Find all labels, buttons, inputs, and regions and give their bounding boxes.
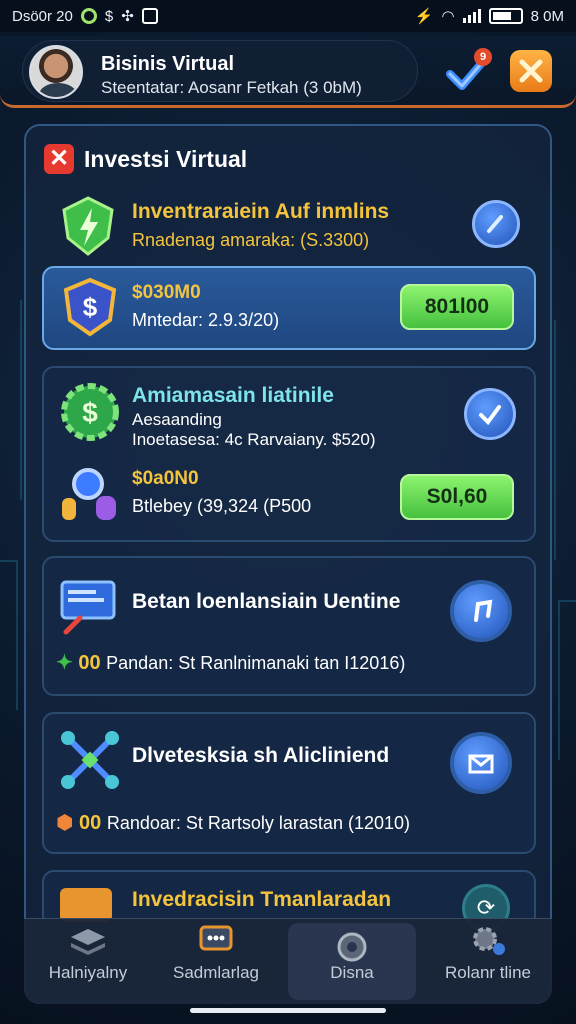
item-footer: ✦ 00 Pandan: St Ranlnimanaki tan I12016) bbox=[56, 650, 405, 675]
music-button[interactable] bbox=[450, 580, 512, 642]
connections-icon bbox=[58, 728, 122, 792]
nav-label: Sadmlarlag bbox=[173, 963, 259, 982]
panel-title: Investsi Virtual bbox=[84, 145, 248, 172]
circuit-decoration bbox=[0, 300, 22, 500]
gear-dollar-icon: $ bbox=[58, 380, 122, 444]
status-bar: Dsö0r 20 $ ✣ ⚡ ◠ 8 0M bbox=[0, 0, 576, 32]
investment-card[interactable]: $ Amiamasain liatinile Aesaanding Inoeta… bbox=[42, 366, 536, 542]
shield-icon: ⬢ bbox=[56, 812, 74, 834]
card-amount: $0a0N0 bbox=[132, 468, 199, 489]
image-icon bbox=[141, 8, 158, 24]
investment-card[interactable]: Dlvetesksia sh Alicliniend ⬢ 00 Randoar:… bbox=[42, 712, 536, 854]
investment-panel: ✕ Investsi Virtual Inventraraiein Auf in… bbox=[24, 124, 552, 1004]
check-icon bbox=[479, 405, 501, 426]
circuit-decoration bbox=[554, 320, 576, 560]
status-app-icon bbox=[80, 8, 97, 24]
item-prefix: 00 bbox=[79, 812, 102, 834]
svg-text:$: $ bbox=[83, 292, 98, 322]
status-time: Dsö0r 20 bbox=[12, 7, 73, 25]
signal-icon bbox=[462, 9, 481, 23]
mail-button[interactable] bbox=[450, 732, 512, 794]
close-icon[interactable]: ✕ bbox=[44, 144, 74, 174]
vibrate-icon: ⚡ bbox=[414, 8, 434, 25]
app-header: Bisinis Virtual Steentatar: Aosanr Fetka… bbox=[0, 36, 576, 108]
stack-icon bbox=[71, 929, 105, 955]
monitor-chart-icon bbox=[58, 576, 122, 640]
nav-label: Halniyalny bbox=[48, 963, 128, 982]
settings-icon: ✣ bbox=[121, 8, 134, 25]
item-subtitle: Rnadenag amaraka: (S.3300) bbox=[132, 230, 370, 250]
item-title: Inventraraiein Auf inmlins bbox=[132, 200, 390, 223]
home-indicator[interactable] bbox=[190, 1008, 386, 1013]
wifi-icon: ◠ bbox=[441, 8, 455, 25]
item-title: Invedracisin Tmanlaradan bbox=[132, 888, 392, 911]
mail-icon bbox=[468, 754, 494, 774]
item-title: Amiamasain liatinile bbox=[132, 384, 334, 407]
gears-icon bbox=[473, 927, 505, 955]
tools-button[interactable] bbox=[510, 50, 552, 92]
investment-item[interactable]: Inventraraiein Auf inmlins Rnadenag amar… bbox=[42, 190, 536, 262]
edit-button[interactable] bbox=[472, 200, 520, 248]
nav-item-security[interactable]: Disna bbox=[288, 923, 416, 1000]
card-detail: Btlebey (39,324 (P500 bbox=[132, 496, 312, 516]
nav-item-chat[interactable]: Sadmlarlag bbox=[152, 919, 280, 1004]
item-title: Betan loenlansiain Uentine bbox=[132, 590, 401, 613]
card-amount: $030M0 bbox=[132, 282, 201, 303]
battery-icon bbox=[488, 8, 523, 24]
search-people-icon bbox=[58, 462, 122, 526]
lightning-shield-icon bbox=[56, 194, 120, 258]
lock-icon bbox=[337, 932, 367, 962]
circuit-decoration bbox=[558, 600, 576, 760]
investment-card[interactable]: Betan loenlansiain Uentine ✦ 00 Pandan: … bbox=[42, 556, 536, 696]
tools-icon bbox=[519, 59, 543, 83]
profile-subtitle: Steentatar: Aosanr Fetkah (3 0bM) bbox=[101, 78, 362, 97]
investment-card-active[interactable]: $ $030M0 Mntedar: 2.9.3/20) 801l00 bbox=[42, 266, 536, 350]
item-detail: Randoar: St Rartsoly larastan (12010) bbox=[106, 813, 410, 833]
item-line: Inoetasesa: 4c Rarvaiany. $520) bbox=[132, 430, 376, 449]
confirm-button[interactable] bbox=[464, 388, 516, 440]
item-footer: ⬢ 00 Randoar: St Rartsoly larastan (1201… bbox=[56, 810, 410, 835]
bottom-nav: Halniyalny Sadmlarlag Disna Rolanr tline bbox=[24, 918, 552, 1004]
profile-card[interactable]: Bisinis Virtual Steentatar: Aosanr Fetka… bbox=[22, 40, 418, 102]
item-title: Dlvetesksia sh Alicliniend bbox=[132, 744, 390, 767]
music-note-icon bbox=[474, 599, 493, 622]
money-icon: ✦ bbox=[56, 652, 73, 674]
dollar-shield-icon: $ bbox=[58, 276, 122, 340]
svg-text:$: $ bbox=[82, 397, 98, 428]
nav-item-home[interactable]: Halniyalny bbox=[24, 919, 152, 1004]
invest-button[interactable]: S0l,60 bbox=[400, 474, 514, 520]
nav-item-settings[interactable]: Rolanr tline bbox=[424, 919, 552, 1004]
item-detail: Pandan: St Ranlnimanaki tan I12016) bbox=[106, 653, 406, 673]
dollar-icon: $ bbox=[104, 7, 114, 25]
avatar[interactable] bbox=[29, 45, 83, 99]
invest-button[interactable]: 801l00 bbox=[400, 284, 514, 330]
pencil-icon bbox=[487, 215, 503, 233]
item-prefix: 00 bbox=[78, 652, 101, 674]
circuit-decoration bbox=[0, 560, 18, 710]
notification-badge: 9 bbox=[474, 48, 492, 66]
battery-text: 8 0M bbox=[530, 7, 564, 25]
card-detail: Mntedar: 2.9.3/20) bbox=[132, 310, 280, 330]
item-line: Aesaanding bbox=[132, 410, 222, 429]
nav-label: Disna bbox=[330, 963, 374, 982]
chat-icon bbox=[199, 925, 233, 951]
profile-name: Bisinis Virtual bbox=[101, 53, 235, 75]
nav-label: Rolanr tline bbox=[445, 963, 531, 982]
